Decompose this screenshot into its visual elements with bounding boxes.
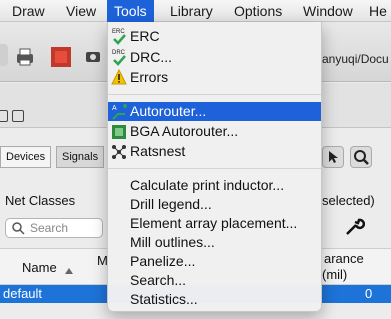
menu-item-panelize[interactable]: Panelize... xyxy=(108,252,321,271)
warning-icon xyxy=(111,68,127,87)
menu-item-label: Ratsnest xyxy=(130,143,186,159)
drc-check-icon: DRC xyxy=(111,48,127,67)
panel-close-icon[interactable] xyxy=(0,110,8,122)
menu-item-label: ERC xyxy=(130,28,160,44)
tab-signals[interactable]: Signals xyxy=(56,146,105,168)
menu-item-label: Autorouter... xyxy=(130,103,207,119)
row-name: default xyxy=(3,286,43,301)
menu-item-erc[interactable]: ERC ERC xyxy=(108,27,321,46)
menu-item-drill-legend[interactable]: Drill legend... xyxy=(108,195,321,214)
menu-item-autorouter[interactable]: A Autorouter... xyxy=(108,102,321,121)
menu-item-label: DRC... xyxy=(130,49,172,65)
file-path: anyuqi/Docu xyxy=(322,52,389,66)
menu-item-ratsnest[interactable]: Ratsnest xyxy=(108,142,321,161)
erc-check-icon: ERC xyxy=(111,27,127,46)
menu-item-element-array-placement[interactable]: Element array placement... xyxy=(108,214,321,233)
select-tool-icon[interactable] xyxy=(322,146,344,168)
column-clearance-unit: (mil) xyxy=(322,267,348,282)
menu-item-errors[interactable]: Errors xyxy=(108,68,321,87)
menu-window[interactable]: Window xyxy=(296,0,360,22)
menu-item-mill-outlines[interactable]: Mill outlines... xyxy=(108,233,321,252)
menu-item-statistics[interactable]: Statistics... xyxy=(108,290,321,309)
menu-draw[interactable]: Draw xyxy=(5,0,52,22)
menu-library[interactable]: Library xyxy=(163,0,220,22)
menu-tools[interactable]: Tools xyxy=(107,0,154,22)
toolbar-button-partial[interactable] xyxy=(0,44,8,66)
menu-separator xyxy=(108,94,321,95)
menu-separator xyxy=(108,168,321,169)
search-input[interactable]: Search xyxy=(5,218,103,238)
tab-devices[interactable]: Devices xyxy=(0,146,52,168)
print-icon[interactable] xyxy=(14,46,36,68)
svg-text:A: A xyxy=(112,105,117,112)
menu-item-label: BGA Autorouter... xyxy=(130,123,239,139)
menu-item-calculate-print-inductor[interactable]: Calculate print inductor... xyxy=(108,176,321,195)
tools-menu-dropdown: ERC ERC DRC DRC... Errors A Autorouter..… xyxy=(107,22,322,312)
menu-help[interactable]: He xyxy=(362,0,391,22)
column-name[interactable]: Name xyxy=(22,260,57,275)
column-clearance[interactable]: arance xyxy=(324,251,364,266)
menu-options[interactable]: Options xyxy=(227,0,289,22)
menubar: Draw View Tools Library Options Window H… xyxy=(0,0,391,22)
search-icon xyxy=(11,221,25,240)
svg-text:ERC: ERC xyxy=(112,29,125,35)
menu-item-label: Errors xyxy=(130,69,169,85)
search-placeholder: Search xyxy=(30,221,69,235)
autorouter-icon: A xyxy=(111,102,127,121)
svg-text:DRC: DRC xyxy=(112,50,126,56)
panel-float-icon[interactable] xyxy=(12,110,24,122)
selected-label: selected) xyxy=(322,193,375,208)
sort-up-icon[interactable] xyxy=(64,263,74,274)
zoom-icon[interactable] xyxy=(350,146,372,168)
sch-brd-switch-icon[interactable] xyxy=(50,46,72,68)
menu-item-search[interactable]: Search... xyxy=(108,271,321,290)
menu-item-bga-autorouter[interactable]: BGA Autorouter... xyxy=(108,122,321,141)
menu-item-drc[interactable]: DRC DRC... xyxy=(108,48,321,67)
net-classes-label: Net Classes xyxy=(5,193,76,208)
ratsnest-icon xyxy=(111,142,127,161)
bga-chip-icon xyxy=(111,122,127,141)
wrench-icon[interactable] xyxy=(343,216,366,238)
camera-icon[interactable] xyxy=(85,48,101,64)
menu-view[interactable]: View xyxy=(59,0,103,22)
row-value: 0 xyxy=(365,286,373,301)
